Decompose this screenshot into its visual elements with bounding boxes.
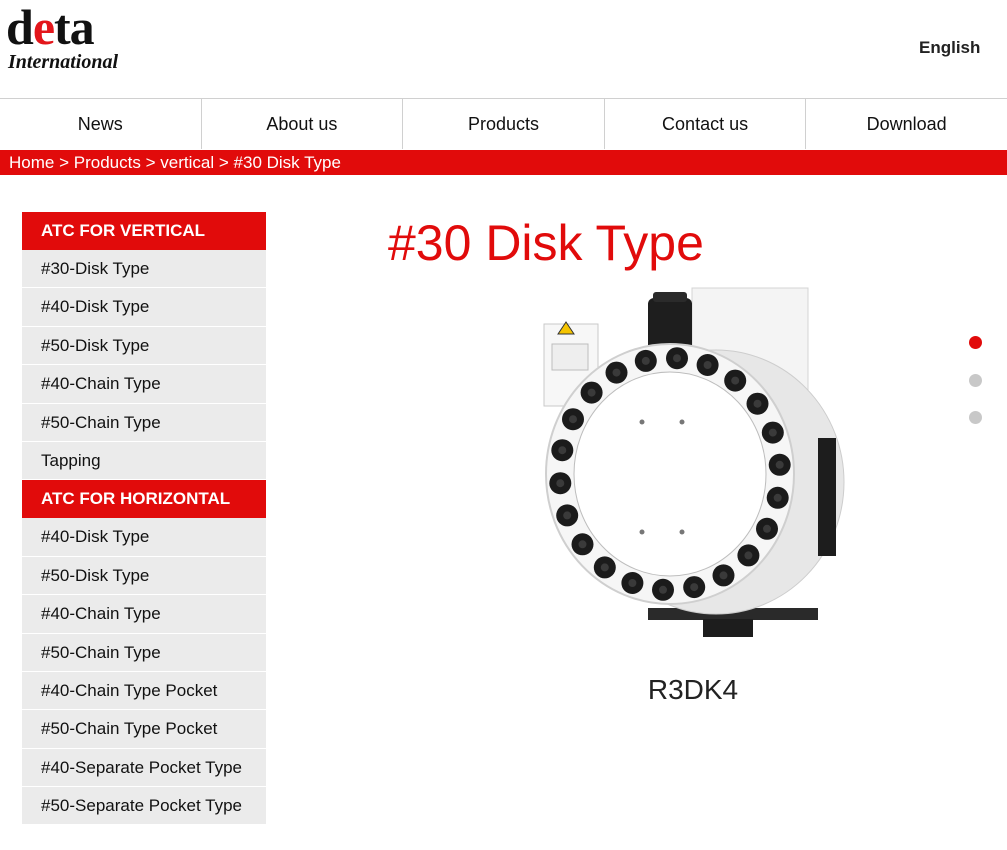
- tool-pocket-bore: [753, 399, 762, 408]
- nav-products[interactable]: Products: [403, 99, 605, 149]
- tool-pocket-bore: [768, 428, 777, 437]
- sidebar-header-horizontal[interactable]: ATC FOR HORIZONTAL: [22, 480, 266, 519]
- sidebar-item-v-40-chain[interactable]: #40-Chain Type: [22, 365, 266, 404]
- breadcrumb-current: #30 Disk Type: [233, 153, 341, 172]
- breadcrumb-separator: >: [145, 153, 156, 172]
- control-panel-label: [551, 343, 589, 371]
- side-window: [818, 438, 836, 556]
- tool-pocket-bore: [773, 493, 782, 502]
- tool-pocket-bore: [641, 356, 650, 365]
- nav-contact-us[interactable]: Contact us: [605, 99, 807, 149]
- logo[interactable]: deta International: [6, 2, 146, 74]
- sidebar-item-h-40-chain-pocket[interactable]: #40-Chain Type Pocket: [22, 671, 266, 711]
- sidebar-item-v-30-disk[interactable]: #30-Disk Type: [22, 250, 266, 289]
- tool-pocket-bore: [673, 354, 681, 363]
- tool-pocket-bore: [556, 479, 565, 488]
- disk-bolt: [679, 419, 685, 425]
- page-title: #30 Disk Type: [388, 215, 704, 271]
- tool-pocket-bore: [578, 540, 587, 549]
- nav-about-us[interactable]: About us: [202, 99, 404, 149]
- carousel-dot-2[interactable]: [969, 373, 982, 387]
- tool-pocket-bore: [763, 524, 771, 533]
- sidebar-item-h-50-separate-pocket[interactable]: #50-Separate Pocket Type: [22, 787, 266, 826]
- disk-bolt: [679, 529, 685, 535]
- tool-pocket-bore: [587, 388, 596, 397]
- sidebar-item-h-50-disk[interactable]: #50-Disk Type: [22, 556, 266, 596]
- sidebar-item-h-50-chain-pocket[interactable]: #50-Chain Type Pocket: [22, 710, 266, 749]
- sidebar-item-h-40-disk[interactable]: #40-Disk Type: [22, 518, 266, 557]
- tool-pocket-bore: [612, 368, 621, 377]
- carousel-dots: [969, 336, 983, 449]
- nav-news[interactable]: News: [0, 99, 202, 149]
- tool-pocket-bore: [600, 563, 609, 572]
- product-name: R3DK4: [647, 674, 739, 705]
- tool-pocket-bore: [690, 583, 699, 592]
- tool-pocket-bore: [744, 551, 753, 560]
- tool-changer-illustration: [543, 287, 845, 637]
- sidebar-header-vertical[interactable]: ATC FOR VERTICAL: [22, 212, 266, 250]
- breadcrumb-home[interactable]: Home: [9, 153, 54, 172]
- nav-download[interactable]: Download: [806, 99, 1007, 149]
- base-mount: [703, 619, 753, 637]
- sidebar-item-v-50-disk[interactable]: #50-Disk Type: [22, 326, 266, 366]
- breadcrumb-products[interactable]: Products: [74, 153, 141, 172]
- tool-pocket-bore: [703, 361, 712, 369]
- logo-wordmark: deta: [6, 0, 95, 55]
- tool-pocket-bore: [775, 460, 784, 469]
- sidebar-item-v-40-disk[interactable]: #40-Disk Type: [22, 288, 266, 327]
- sidebar-item-v-50-chain[interactable]: #50-Chain Type: [22, 403, 266, 442]
- tool-pocket-bore: [628, 579, 637, 587]
- breadcrumb-separator: >: [218, 153, 229, 172]
- sidebar-item-v-tapping[interactable]: Tapping: [22, 441, 266, 481]
- tool-pocket-bore: [659, 585, 667, 594]
- sidebar-item-h-40-chain[interactable]: #40-Chain Type: [22, 595, 266, 634]
- tool-pocket-bore: [719, 571, 728, 580]
- language-selector[interactable]: English: [919, 38, 980, 58]
- carousel-dot-3[interactable]: [969, 411, 982, 424]
- main-nav: News About us Products Contact us Downlo…: [0, 98, 1007, 149]
- tool-pocket-bore: [731, 376, 740, 385]
- disk-bolt: [639, 419, 645, 425]
- product-sidebar: ATC FOR VERTICAL #30-Disk Type #40-Disk …: [22, 212, 266, 826]
- sidebar-item-h-40-separate-pocket[interactable]: #40-Separate Pocket Type: [22, 748, 266, 788]
- breadcrumb: Home > Products > vertical > #30 Disk Ty…: [0, 150, 1007, 175]
- tool-pocket-bore: [563, 511, 572, 520]
- disk-center: [573, 371, 767, 577]
- breadcrumb-separator: >: [59, 153, 70, 172]
- disk-bolt: [639, 529, 645, 535]
- motor-cap: [653, 292, 687, 302]
- tool-pocket-bore: [558, 446, 567, 455]
- sidebar-item-h-50-chain[interactable]: #50-Chain Type: [22, 633, 266, 672]
- breadcrumb-vertical[interactable]: vertical: [160, 153, 214, 172]
- carousel-dot-1[interactable]: [969, 336, 982, 349]
- logo-subtitle: International: [8, 51, 119, 73]
- tool-pocket-bore: [569, 415, 577, 424]
- product-image[interactable]: [540, 286, 846, 640]
